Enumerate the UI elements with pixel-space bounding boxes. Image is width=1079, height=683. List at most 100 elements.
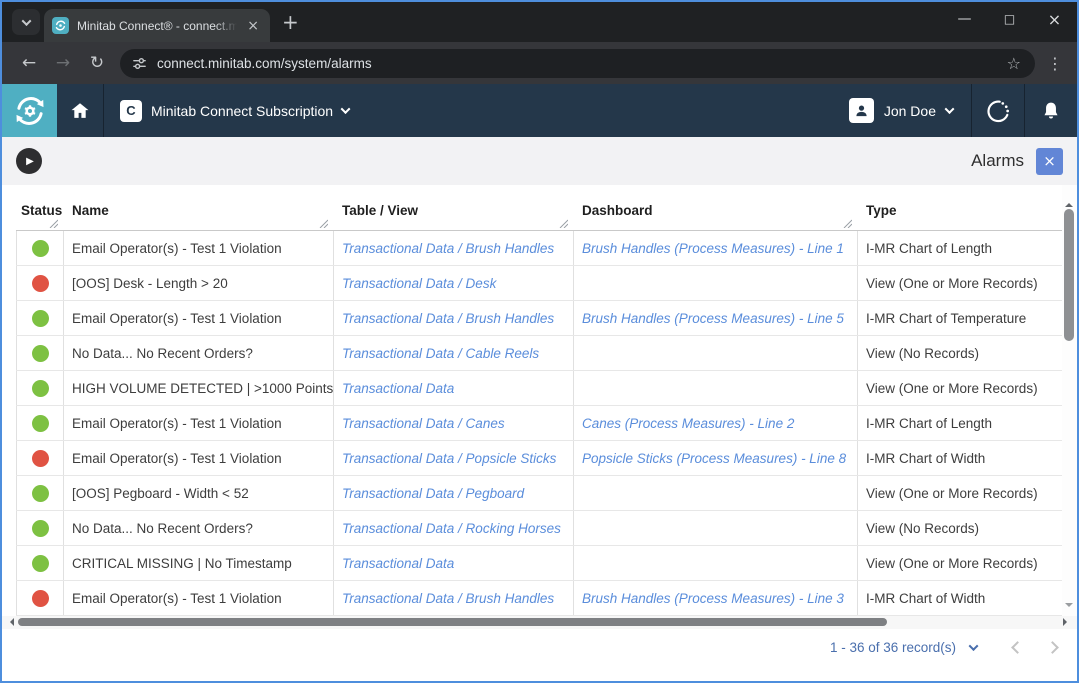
next-page-button[interactable]	[1046, 641, 1059, 654]
scroll-down-arrow-icon[interactable]	[1065, 603, 1073, 611]
alarm-type: View (No Records)	[858, 336, 1062, 370]
column-header[interactable]: Name	[64, 185, 334, 230]
tab-search-button[interactable]	[12, 9, 40, 35]
table-view-link[interactable]: Transactional Data / Canes	[334, 406, 574, 440]
column-resize-handle-icon[interactable]	[843, 219, 852, 228]
alarm-name: Email Operator(s) - Test 1 Violation	[64, 581, 334, 615]
night-mode-button[interactable]	[972, 84, 1024, 137]
status-dot	[32, 310, 49, 327]
vertical-scrollbar[interactable]	[1062, 185, 1077, 616]
table-row[interactable]: Email Operator(s) - Test 1 Violation Tra…	[16, 406, 1062, 441]
alarm-name: [OOS] Desk - Length > 20	[64, 266, 334, 300]
panel-close-button[interactable]: ×	[1036, 148, 1063, 175]
minitab-connect-logo[interactable]	[2, 84, 57, 137]
table-view-link[interactable]: Transactional Data / Brush Handles	[334, 581, 574, 615]
column-resize-handle-icon[interactable]	[49, 219, 58, 228]
column-resize-handle-icon[interactable]	[319, 219, 328, 228]
dashboard-link[interactable]: Canes (Process Measures) - Line 2	[574, 406, 858, 440]
window-close-button[interactable]: ×	[1032, 2, 1077, 36]
alarm-name: CRITICAL MISSING | No Timestamp	[64, 546, 334, 580]
site-settings-icon[interactable]	[132, 56, 147, 71]
table-view-link[interactable]: Transactional Data / Pegboard	[334, 476, 574, 510]
table-row[interactable]: No Data... No Recent Orders? Transaction…	[16, 336, 1062, 371]
dashboard-link[interactable]	[574, 511, 858, 545]
dashboard-link[interactable]: Brush Handles (Process Measures) - Line …	[574, 301, 858, 335]
table-row[interactable]: CRITICAL MISSING | No Timestamp Transact…	[16, 546, 1062, 581]
new-tab-button[interactable]: +	[282, 12, 299, 32]
reload-button[interactable]: ↻	[80, 53, 114, 73]
window-maximize-button[interactable]: □	[987, 2, 1032, 36]
horizontal-scrollbar[interactable]	[2, 616, 1077, 629]
subscription-selector[interactable]: C Minitab Connect Subscription	[104, 84, 365, 137]
table-row[interactable]: Email Operator(s) - Test 1 Violation Tra…	[16, 301, 1062, 336]
home-button[interactable]	[57, 84, 103, 137]
alarm-type: View (One or More Records)	[858, 476, 1062, 510]
alarm-type: View (One or More Records)	[858, 371, 1062, 405]
panel-toolbar: ▶ Alarms ×	[2, 137, 1077, 185]
app-header: C Minitab Connect Subscription Jon Doe	[2, 84, 1077, 137]
table-row[interactable]: Email Operator(s) - Test 1 Violation Tra…	[16, 441, 1062, 476]
table-row[interactable]: Email Operator(s) - Test 1 Violation Tra…	[16, 231, 1062, 266]
table-view-link[interactable]: Transactional Data / Cable Reels	[334, 336, 574, 370]
status-dot	[32, 240, 49, 257]
tab-close-icon[interactable]: ×	[244, 18, 262, 34]
table-view-link[interactable]: Transactional Data	[334, 546, 574, 580]
column-header[interactable]: Status	[16, 185, 64, 230]
column-header-label: Status	[21, 203, 62, 218]
table-view-link[interactable]: Transactional Data / Desk	[334, 266, 574, 300]
scroll-right-arrow-icon[interactable]	[1063, 618, 1071, 626]
table-row[interactable]: [OOS] Desk - Length > 20 Transactional D…	[16, 266, 1062, 301]
table-view-link[interactable]: Transactional Data / Rocking Horses	[334, 511, 574, 545]
alarm-name: Email Operator(s) - Test 1 Violation	[64, 231, 334, 265]
alarm-type: I-MR Chart of Width	[858, 581, 1062, 615]
bookmark-star-icon[interactable]: ☆	[1007, 54, 1021, 73]
vertical-scrollbar-thumb[interactable]	[1064, 209, 1074, 341]
table-view-link[interactable]: Transactional Data / Brush Handles	[334, 231, 574, 265]
play-button[interactable]: ▶	[16, 148, 42, 174]
status-cell	[16, 476, 64, 510]
horizontal-scrollbar-thumb[interactable]	[18, 618, 887, 626]
table-row[interactable]: No Data... No Recent Orders? Transaction…	[16, 511, 1062, 546]
status-cell	[16, 336, 64, 370]
table-row[interactable]: Email Operator(s) - Test 1 Violation Tra…	[16, 581, 1062, 616]
status-dot	[32, 590, 49, 607]
table-view-link[interactable]: Transactional Data / Brush Handles	[334, 301, 574, 335]
window-minimize-button[interactable]: —	[942, 2, 987, 36]
table-row[interactable]: HIGH VOLUME DETECTED | >1000 Points Tran…	[16, 371, 1062, 406]
forward-button[interactable]: →	[46, 53, 80, 73]
notifications-button[interactable]	[1025, 84, 1077, 137]
dashboard-link[interactable]	[574, 371, 858, 405]
browser-menu-button[interactable]: ⋮	[1043, 54, 1067, 73]
column-header[interactable]: Type	[858, 185, 1062, 230]
scroll-up-arrow-icon[interactable]	[1065, 199, 1073, 207]
table-view-link[interactable]: Transactional Data	[334, 371, 574, 405]
table-view-link[interactable]: Transactional Data / Popsicle Sticks	[334, 441, 574, 475]
status-cell	[16, 441, 64, 475]
column-header[interactable]: Dashboard	[574, 185, 858, 230]
dashboard-link[interactable]: Brush Handles (Process Measures) - Line …	[574, 581, 858, 615]
column-header[interactable]: Table / View	[334, 185, 574, 230]
dashboard-link[interactable]: Popsicle Sticks (Process Measures) - Lin…	[574, 441, 858, 475]
page-size-dropdown-icon[interactable]	[969, 641, 979, 651]
prev-page-button[interactable]	[1011, 641, 1024, 654]
table-row[interactable]: [OOS] Pegboard - Width < 52 Transactiona…	[16, 476, 1062, 511]
user-menu[interactable]: Jon Doe	[831, 84, 971, 137]
dashboard-link[interactable]	[574, 336, 858, 370]
subscription-label: Minitab Connect Subscription	[151, 103, 333, 119]
status-cell	[16, 231, 64, 265]
status-cell	[16, 266, 64, 300]
browser-addressbar: ← → ↻ connect.minitab.com/system/alarms …	[2, 42, 1077, 84]
browser-tab[interactable]: Minitab Connect® - connect.mi ×	[44, 9, 270, 42]
scroll-left-arrow-icon[interactable]	[6, 618, 14, 626]
table-footer: 1 - 36 of 36 record(s)	[2, 629, 1077, 681]
column-resize-handle-icon[interactable]	[559, 219, 568, 228]
status-cell	[16, 511, 64, 545]
dashboard-link[interactable]	[574, 546, 858, 580]
back-button[interactable]: ←	[12, 53, 46, 73]
address-bar[interactable]: connect.minitab.com/system/alarms ☆	[120, 49, 1035, 78]
status-dot	[32, 415, 49, 432]
dashboard-link[interactable]	[574, 266, 858, 300]
dashboard-link[interactable]: Brush Handles (Process Measures) - Line …	[574, 231, 858, 265]
dashboard-link[interactable]	[574, 476, 858, 510]
url-text[interactable]: connect.minitab.com/system/alarms	[157, 56, 1007, 71]
